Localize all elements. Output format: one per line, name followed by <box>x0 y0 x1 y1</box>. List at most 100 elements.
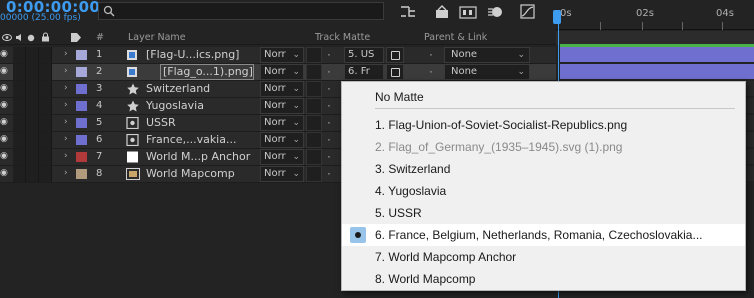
solo-switch[interactable] <box>26 47 39 63</box>
eye-icon[interactable]: ◉ <box>0 100 12 116</box>
pickwhip-icon[interactable]: ٠ <box>326 99 332 115</box>
label-color-swatch[interactable] <box>76 135 87 145</box>
layer-row[interactable]: ◉ › 2 [Flag_o...1).png] Norr ⌄ ٠ 6. Fr ٠ None ⌄ <box>0 64 556 81</box>
search-input[interactable] <box>98 2 384 20</box>
preserve-transparency-switch[interactable] <box>306 98 322 114</box>
blend-mode-select[interactable]: Norr ⌄ <box>260 81 304 97</box>
label-color-swatch[interactable] <box>76 50 87 60</box>
solo-switch[interactable] <box>26 149 39 165</box>
track-matte-option[interactable]: 1. Flag-Union-of-Soviet-Socialist-Republ… <box>342 114 745 136</box>
label-color-swatch[interactable] <box>76 169 87 179</box>
label-color-swatch[interactable] <box>76 84 87 94</box>
audio-switch[interactable] <box>13 132 26 148</box>
matte-alpha-icon[interactable] <box>386 47 404 63</box>
lock-switch[interactable] <box>39 81 52 97</box>
label-icon[interactable] <box>70 32 82 43</box>
blend-mode-select[interactable]: Norr ⌄ <box>260 166 304 182</box>
playhead-handle[interactable] <box>553 10 561 24</box>
eye-icon[interactable]: ◉ <box>0 83 12 99</box>
pickwhip-icon[interactable]: ٠ <box>326 48 332 64</box>
composition-flowchart-icon[interactable] <box>398 3 418 21</box>
preserve-transparency-switch[interactable] <box>306 132 322 148</box>
layer-name[interactable]: [Flag-U...ics.png] <box>146 48 254 64</box>
eye-icon[interactable]: ◉ <box>0 66 12 82</box>
eye-icon[interactable]: ◉ <box>0 49 12 65</box>
blend-mode-select[interactable]: Norr ⌄ <box>260 149 304 165</box>
parent-select[interactable]: None ⌄ <box>444 64 530 80</box>
pickwhip-icon[interactable]: ٠ <box>326 82 332 98</box>
audio-switch[interactable] <box>13 149 26 165</box>
expand-chevron-icon[interactable]: › <box>64 117 68 133</box>
layer-duration-bar[interactable] <box>560 64 754 79</box>
eye-icon[interactable] <box>2 33 12 42</box>
pickwhip-icon[interactable]: ٠ <box>326 150 332 166</box>
lock-switch[interactable] <box>39 149 52 165</box>
expand-chevron-icon[interactable]: › <box>64 151 68 167</box>
audio-icon[interactable] <box>15 33 24 42</box>
frame-blend-icon[interactable] <box>458 3 478 21</box>
solo-switch[interactable] <box>26 64 39 80</box>
track-matte-select[interactable]: 5. US <box>344 47 384 63</box>
solo-icon[interactable] <box>27 34 35 42</box>
layer-name[interactable]: Switzerland <box>146 82 254 98</box>
expand-chevron-icon[interactable]: › <box>64 168 68 184</box>
label-color-swatch[interactable] <box>76 67 87 77</box>
solo-switch[interactable] <box>26 132 39 148</box>
solo-switch[interactable] <box>26 115 39 131</box>
shy-icon[interactable] <box>432 3 452 21</box>
preserve-transparency-switch[interactable] <box>306 149 322 165</box>
expand-chevron-icon[interactable]: › <box>64 66 68 82</box>
blend-mode-select[interactable]: Norr ⌄ <box>260 132 304 148</box>
expand-chevron-icon[interactable]: › <box>64 100 68 116</box>
header-layer-name[interactable]: Layer Name <box>128 32 186 43</box>
lock-switch[interactable] <box>39 64 52 80</box>
parent-pickwhip-icon[interactable]: ٠ <box>428 48 434 64</box>
pickwhip-icon[interactable]: ٠ <box>326 116 332 132</box>
blend-mode-select[interactable]: Norr ⌄ <box>260 98 304 114</box>
pickwhip-icon[interactable]: ٠ <box>326 167 332 183</box>
expand-chevron-icon[interactable]: › <box>64 134 68 150</box>
audio-switch[interactable] <box>13 98 26 114</box>
pickwhip-icon[interactable]: ٠ <box>326 133 332 149</box>
eye-icon[interactable]: ◉ <box>0 151 12 167</box>
preserve-transparency-switch[interactable] <box>306 64 322 80</box>
layer-name[interactable]: France,...vakia... <box>146 133 254 149</box>
solo-switch[interactable] <box>26 98 39 114</box>
layer-name[interactable]: USSR <box>146 116 254 132</box>
preserve-transparency-switch[interactable] <box>306 81 322 97</box>
layer-duration-bar[interactable] <box>560 47 754 62</box>
lock-icon[interactable] <box>41 32 50 42</box>
audio-switch[interactable] <box>13 115 26 131</box>
lock-switch[interactable] <box>39 47 52 63</box>
eye-icon[interactable]: ◉ <box>0 168 12 184</box>
lock-switch[interactable] <box>39 98 52 114</box>
lock-switch[interactable] <box>39 115 52 131</box>
layer-row[interactable]: ◉ › 1 [Flag-U...ics.png] Norr ⌄ ٠ 5. US ٠ None ⌄ <box>0 47 556 64</box>
graph-editor-icon[interactable] <box>518 3 538 21</box>
work-area-bar[interactable] <box>556 31 754 45</box>
blend-mode-select[interactable]: Norr ⌄ <box>260 47 304 63</box>
eye-icon[interactable]: ◉ <box>0 117 12 133</box>
label-color-swatch[interactable] <box>76 101 87 111</box>
track-matte-option[interactable]: 7. World Mapcomp Anchor <box>342 246 745 268</box>
layer-name[interactable]: World Mapcomp <box>146 167 254 183</box>
layer-name[interactable]: [Flag_o...1).png] <box>160 64 254 80</box>
matte-alpha-icon[interactable] <box>386 64 404 80</box>
label-color-swatch[interactable] <box>76 152 87 162</box>
preserve-transparency-switch[interactable] <box>306 115 322 131</box>
eye-icon[interactable]: ◉ <box>0 134 12 150</box>
lock-switch[interactable] <box>39 132 52 148</box>
expand-chevron-icon[interactable]: › <box>64 49 68 65</box>
track-matte-option[interactable]: 5. USSR <box>342 202 745 224</box>
track-matte-option[interactable]: No Matte <box>342 86 745 108</box>
solo-switch[interactable] <box>26 166 39 182</box>
parent-pickwhip-icon[interactable]: ٠ <box>428 65 434 81</box>
blend-mode-select[interactable]: Norr ⌄ <box>260 115 304 131</box>
parent-select[interactable]: None ⌄ <box>444 47 530 63</box>
track-matte-option[interactable]: 3. Switzerland <box>342 158 745 180</box>
track-matte-option[interactable]: 8. World Mapcomp <box>342 268 745 290</box>
track-matte-option[interactable]: 4. Yugoslavia <box>342 180 745 202</box>
audio-switch[interactable] <box>13 64 26 80</box>
blend-mode-select[interactable]: Norr ⌄ <box>260 64 304 80</box>
expand-chevron-icon[interactable]: › <box>64 83 68 99</box>
